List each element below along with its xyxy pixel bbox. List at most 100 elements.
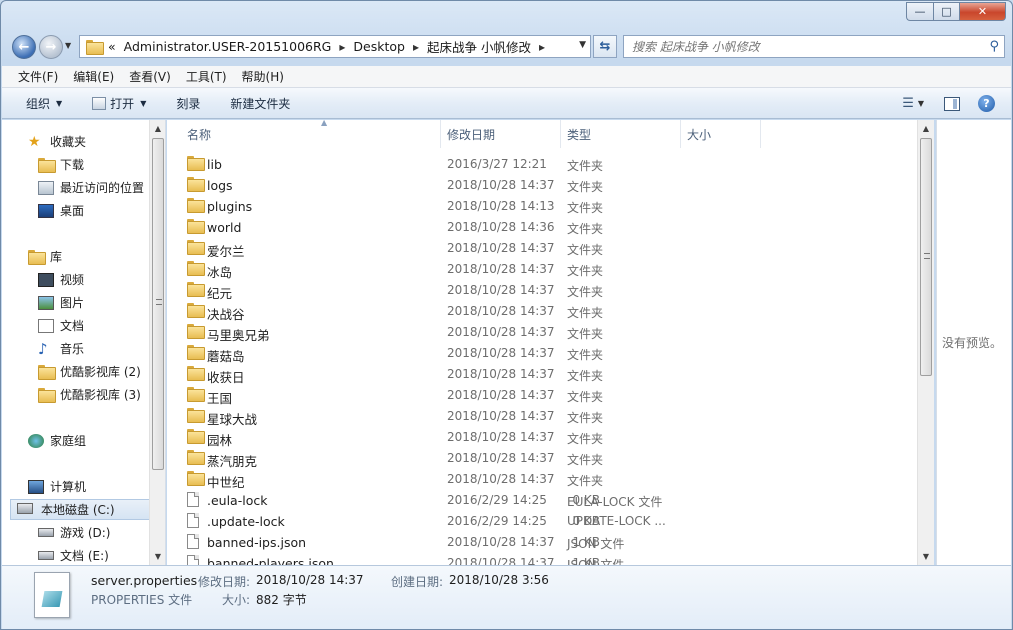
nav-youku-library-3[interactable]: 优酷影视库 (3) (38, 384, 141, 405)
search-box[interactable]: ⚲ (623, 35, 1005, 58)
nav-downloads[interactable]: 下载 (38, 154, 84, 175)
file-row[interactable]: lib 2016/3/27 12:21 文件夹 (167, 154, 767, 175)
file-row[interactable]: banned-players.json 2018/10/28 14:37 JSON … (167, 553, 767, 565)
menu-edit[interactable]: 编辑(E) (73, 68, 114, 85)
column-header-modified[interactable]: 修改日期 (441, 120, 561, 148)
breadcrumb-separator-icon[interactable]: ▸ (339, 40, 345, 54)
forward-button[interactable]: → (39, 35, 63, 59)
address-bar[interactable]: « Administrator.USER-20151006RG ▸ Deskto… (79, 35, 591, 58)
nav-desktop[interactable]: 桌面 (38, 200, 84, 221)
preview-pane-toggle-icon[interactable] (944, 96, 960, 111)
burn-button[interactable]: 刻录 (176, 95, 200, 112)
menu-view[interactable]: 查看(V) (129, 68, 171, 85)
refresh-button[interactable]: ⇆ (593, 35, 617, 58)
file-row[interactable]: 蒸汽朋克 2018/10/28 14:37 文件夹 (167, 448, 767, 469)
scroll-down-icon[interactable]: ▼ (150, 548, 165, 565)
scrollbar-thumb[interactable] (152, 138, 164, 470)
file-name: lib (207, 157, 222, 172)
breadcrumb-current-folder[interactable]: 起床战争 小帆修改 (427, 37, 531, 56)
scroll-up-icon[interactable]: ▲ (918, 120, 934, 137)
no-preview-text: 没有预览。 (942, 336, 1003, 350)
column-header-size[interactable]: 大小 (681, 120, 761, 148)
back-button[interactable]: ← (12, 35, 36, 59)
file-modified-date: 2016/3/27 12:21 (447, 157, 547, 171)
open-button[interactable]: 打开 ▼ (92, 95, 146, 112)
breadcrumb-desktop[interactable]: Desktop (353, 39, 405, 54)
file-row[interactable]: logs 2018/10/28 14:37 文件夹 (167, 175, 767, 196)
menu-help[interactable]: 帮助(H) (242, 68, 284, 85)
recent-pages-dropdown[interactable]: ▼ (65, 41, 71, 50)
file-row[interactable]: 马里奥兄弟 2018/10/28 14:37 文件夹 (167, 322, 767, 343)
file-row[interactable]: 王国 2018/10/28 14:37 文件夹 (167, 385, 767, 406)
view-options-dropdown-icon[interactable]: ▼ (918, 99, 924, 108)
nav-libraries[interactable]: 库 (28, 246, 62, 267)
file-list-scrollbar[interactable]: ▲ ▼ (917, 120, 934, 565)
file-row[interactable]: 收获日 2018/10/28 14:37 文件夹 (167, 364, 767, 385)
scroll-down-icon[interactable]: ▼ (918, 548, 934, 565)
nav-documents[interactable]: 文档 (38, 315, 84, 336)
address-overflow-chevron[interactable]: « (108, 39, 116, 54)
close-button[interactable]: ✕ (960, 2, 1006, 21)
file-row[interactable]: 冰岛 2018/10/28 14:37 文件夹 (167, 259, 767, 280)
details-file-type: PROPERTIES 文件 (91, 593, 193, 607)
folder-icon (86, 40, 104, 55)
folder-icon (187, 240, 205, 255)
scroll-up-icon[interactable]: ▲ (150, 120, 165, 137)
change-view-icon[interactable]: ☰ (902, 96, 914, 111)
file-row[interactable]: 决战谷 2018/10/28 14:37 文件夹 (167, 301, 767, 322)
address-dropdown-icon[interactable]: ▼ (579, 40, 586, 50)
file-row[interactable]: 中世纪 2018/10/28 14:37 文件夹 (167, 469, 767, 490)
nav-computer[interactable]: 计算机 (28, 476, 86, 497)
nav-label: 收藏夹 (50, 135, 87, 149)
file-row[interactable]: world 2018/10/28 14:36 文件夹 (167, 217, 767, 238)
nav-pictures[interactable]: 图片 (38, 292, 84, 313)
nav-drive-c[interactable]: 本地磁盘 (C:) (10, 499, 150, 520)
chevron-down-icon: ▼ (140, 98, 147, 108)
search-icon[interactable]: ⚲ (989, 39, 999, 54)
file-size: 0 KB (572, 514, 600, 528)
column-header-name[interactable]: ▲ 名称 (181, 120, 441, 148)
scrollbar-thumb[interactable] (920, 138, 932, 376)
music-icon: ♪ (38, 339, 48, 358)
nav-youku-library-2[interactable]: 优酷影视库 (2) (38, 361, 141, 382)
file-row[interactable]: plugins 2018/10/28 14:13 文件夹 (167, 196, 767, 217)
help-icon[interactable]: ? (978, 95, 995, 112)
file-row[interactable]: 爱尔兰 2018/10/28 14:37 文件夹 (167, 238, 767, 259)
open-icon (92, 96, 107, 110)
file-row[interactable]: .update-lock 2016/2/29 14:25 UPDATE-LOCK .… (167, 511, 767, 532)
nav-recent-places[interactable]: 最近访问的位置 (38, 177, 144, 198)
file-row[interactable]: 蘑菇岛 2018/10/28 14:37 文件夹 (167, 343, 767, 364)
file-type: 文件夹 (567, 474, 604, 488)
breadcrumb-administrator[interactable]: Administrator.USER-20151006RG (124, 39, 332, 54)
column-header-type[interactable]: 类型 (561, 120, 681, 148)
file-row[interactable]: banned-ips.json 2018/10/28 14:37 JSON 文件 1 … (167, 532, 767, 553)
nav-homegroup[interactable]: 家庭组 (28, 430, 86, 451)
folder-icon (187, 366, 205, 381)
file-row[interactable]: 园林 2018/10/28 14:37 文件夹 (167, 427, 767, 448)
minimize-button[interactable]: — (906, 2, 933, 21)
file-name: banned-players.json (207, 556, 334, 565)
file-name: 蒸汽朋克 (207, 454, 258, 469)
nav-drive-d[interactable]: 游戏 (D:) (38, 522, 110, 543)
organize-label: 组织 (26, 96, 51, 111)
maximize-button[interactable]: □ (933, 2, 960, 21)
nav-favorites[interactable]: ★ 收藏夹 (28, 131, 86, 152)
file-row[interactable]: .eula-lock 2016/2/29 14:25 EULA-LOCK 文件 0 K… (167, 490, 767, 511)
menu-tools[interactable]: 工具(T) (186, 68, 227, 85)
search-input[interactable] (624, 36, 964, 57)
breadcrumb-separator-icon[interactable]: ▸ (413, 40, 419, 54)
nav-music[interactable]: ♪ 音乐 (38, 338, 84, 359)
file-row[interactable]: 纪元 2018/10/28 14:37 文件夹 (167, 280, 767, 301)
menu-file[interactable]: 文件(F) (18, 68, 58, 85)
new-folder-button[interactable]: 新建文件夹 (230, 95, 290, 112)
downloads-folder-icon (38, 157, 56, 173)
nav-videos[interactable]: 视频 (38, 269, 84, 290)
nav-pane-scrollbar[interactable]: ▲ ▼ (149, 120, 165, 565)
organize-button[interactable]: 组织 ▼ (26, 95, 62, 112)
file-row[interactable]: 星球大战 2018/10/28 14:37 文件夹 (167, 406, 767, 427)
nav-drive-e[interactable]: 文档 (E:) (38, 545, 109, 565)
breadcrumb-separator-icon[interactable]: ▸ (539, 40, 545, 54)
file-modified-date: 2018/10/28 14:13 (447, 199, 555, 213)
nav-label: 桌面 (60, 204, 85, 218)
file-modified-date: 2018/10/28 14:37 (447, 472, 555, 486)
